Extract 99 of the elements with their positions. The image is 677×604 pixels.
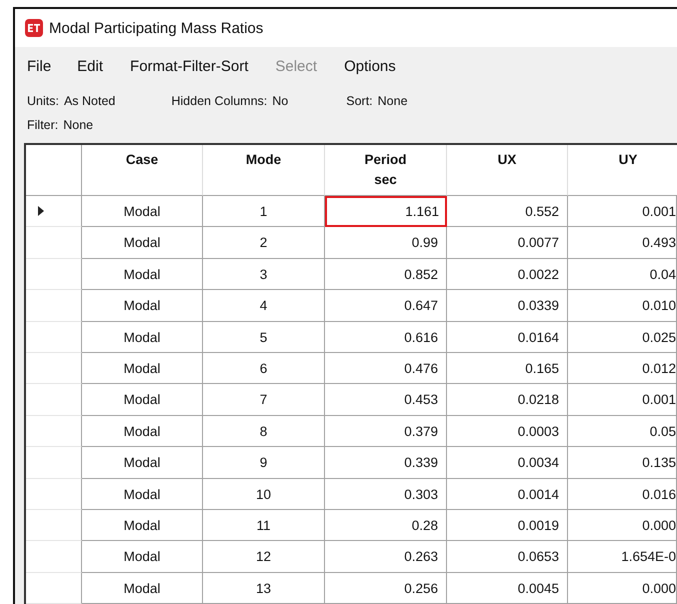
column-header[interactable]: Period sec <box>325 145 447 196</box>
table-cell: 0.0019 <box>447 510 568 542</box>
table-cell: 6 <box>203 352 325 384</box>
menu-item[interactable]: Format-Filter-Sort <box>130 58 248 74</box>
row-header[interactable] <box>26 258 82 290</box>
row-header[interactable] <box>26 447 82 479</box>
table-cell: 13 <box>203 572 325 604</box>
row-header[interactable] <box>26 227 82 259</box>
row-header[interactable] <box>26 196 82 228</box>
table-cell: Modal <box>82 572 203 604</box>
table-cell: 0.010 <box>568 290 677 322</box>
table-cell: Modal <box>82 510 203 542</box>
table-cell: Modal <box>82 478 203 510</box>
table-cell: 8 <box>203 416 325 448</box>
table-cell: 0.453 <box>325 384 447 416</box>
table-cell: 0.552 <box>447 196 568 228</box>
corner-header[interactable] <box>26 145 82 196</box>
table-cell: Modal <box>82 258 203 290</box>
table-cell: 0.0045 <box>447 572 568 604</box>
table-cell: 0.016 <box>568 478 677 510</box>
table-cell: 0.135 <box>568 447 677 479</box>
table-cell: 0.0164 <box>447 322 568 353</box>
row-header[interactable] <box>26 478 82 510</box>
row-header[interactable] <box>26 384 82 416</box>
table-cell: 0.339 <box>325 447 447 479</box>
table-cell: 0.476 <box>325 352 447 384</box>
column-header[interactable]: Case <box>82 145 203 196</box>
table-cell: 0.0653 <box>447 541 568 573</box>
table-cell: Modal <box>82 227 203 259</box>
table-cell: 7 <box>203 384 325 416</box>
table-cell: 4 <box>203 290 325 322</box>
table-cell: Modal <box>82 384 203 416</box>
table-cell: 9 <box>203 447 325 479</box>
table-cell: 0.0014 <box>447 478 568 510</box>
table-cell: 0.99 <box>325 227 447 259</box>
info-value: None <box>378 94 408 108</box>
row-header[interactable] <box>26 290 82 322</box>
table-cell: 0.0339 <box>447 290 568 322</box>
table-cell: 0.256 <box>325 572 447 604</box>
table-cell: 0.647 <box>325 290 447 322</box>
table-cell: Modal <box>82 196 203 228</box>
info-value: As Noted <box>64 94 116 108</box>
table-cell: 0.0218 <box>447 384 568 416</box>
table-cell: 10 <box>203 478 325 510</box>
table-cell: Modal <box>82 541 203 573</box>
table-cell: 0.0034 <box>447 447 568 479</box>
row-header[interactable] <box>26 322 82 353</box>
table-cell: Modal <box>82 447 203 479</box>
menu-item[interactable]: File <box>27 58 52 74</box>
table-cell: 0.0022 <box>447 258 568 290</box>
column-header[interactable]: Mode <box>203 145 325 196</box>
table-cell: 0.379 <box>325 416 447 448</box>
table-cell: 2 <box>203 227 325 259</box>
table-cell: 0.000 <box>568 510 677 542</box>
row-header[interactable] <box>26 510 82 542</box>
table-cell: 0.025 <box>568 322 677 353</box>
info-value: None <box>63 118 94 132</box>
table-cell: 0.05 <box>568 416 677 448</box>
table-cell: 0.616 <box>325 322 447 353</box>
table-cell: 3 <box>203 258 325 290</box>
window-title: Modal Participating Mass Ratios <box>49 20 264 36</box>
row-header[interactable] <box>26 352 82 384</box>
row-header[interactable] <box>26 416 82 448</box>
table-cell: 0.303 <box>325 478 447 510</box>
table-cell: 0.0003 <box>447 416 568 448</box>
app-logo-icon <box>25 19 43 37</box>
column-header[interactable]: UX <box>447 145 568 196</box>
table-cell: 1 <box>203 196 325 228</box>
menu-item[interactable]: Edit <box>77 58 104 74</box>
table-cell: 0.852 <box>325 258 447 290</box>
table-cell: 0.493 <box>568 227 677 259</box>
table-cell: 0.001 <box>568 196 677 228</box>
info-value: No <box>272 94 288 108</box>
info-label: Filter: <box>27 118 58 132</box>
table-cell: Modal <box>82 352 203 384</box>
table-cell: Modal <box>82 416 203 448</box>
table-cell: 0.0077 <box>447 227 568 259</box>
info-label: Units: <box>27 94 59 108</box>
table-cell: 0.165 <box>447 352 568 384</box>
table-cell: 0.28 <box>325 510 447 542</box>
info-label: Hidden Columns: <box>171 94 268 108</box>
column-header[interactable]: UY <box>568 145 677 196</box>
info-label: Sort: <box>346 94 373 108</box>
table-cell: 11 <box>203 510 325 542</box>
table-cell: Modal <box>82 322 203 353</box>
table-cell: 0.001 <box>568 384 677 416</box>
table-cell: 0.012 <box>568 352 677 384</box>
table-cell: 0.000 <box>568 572 677 604</box>
table-cell: 0.263 <box>325 541 447 573</box>
table-cell: 12 <box>203 541 325 573</box>
row-header[interactable] <box>26 541 82 573</box>
table-cell: Modal <box>82 290 203 322</box>
table-cell: 0.04 <box>568 258 677 290</box>
table-cell: 5 <box>203 322 325 353</box>
current-row-icon <box>38 206 44 216</box>
table-cell: 1.161 <box>325 196 447 228</box>
menu-item[interactable]: Options <box>344 58 396 74</box>
table-cell: 1.654E-0 <box>568 541 677 573</box>
row-header[interactable] <box>26 572 82 604</box>
